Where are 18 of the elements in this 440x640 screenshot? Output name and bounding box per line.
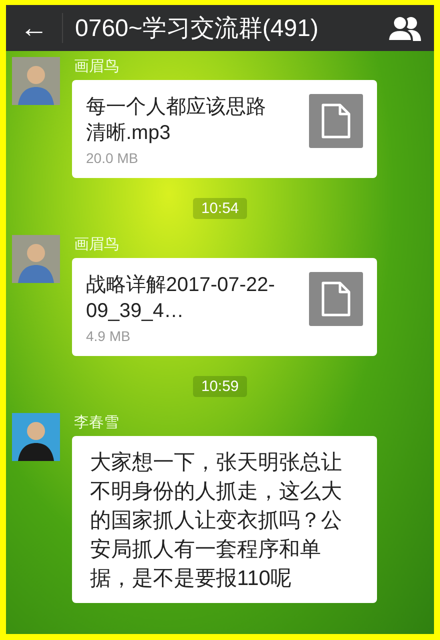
- timestamp: 10:59: [193, 376, 247, 397]
- file-name: 每一个人都应该思路清晰.mp3: [86, 95, 267, 146]
- file-icon: [309, 272, 363, 326]
- file-message-bubble[interactable]: 战略详解2017-07-22-09_39_4… 4.9 MB: [72, 258, 377, 356]
- sender-name: 画眉鸟: [73, 235, 120, 254]
- avatar-photo-placeholder[interactable]: [12, 413, 60, 461]
- file-size: 20.0 MB: [86, 150, 140, 166]
- sender-name: 画眉鸟: [73, 57, 120, 76]
- back-button[interactable]: ←: [6, 13, 63, 43]
- file-icon: [309, 94, 363, 148]
- timestamp: 10:54: [193, 198, 247, 219]
- file-name: 战略详解2017-07-22-09_39_4…: [86, 273, 276, 324]
- message-text: 大家想一下，张天明张总让不明身份的人抓走，这么大的国家抓人让变衣抓吗？公安局抓人有一套程序和单据，是不是要报110呢: [90, 450, 343, 592]
- group-members-icon[interactable]: [388, 15, 422, 41]
- file-message-bubble[interactable]: 每一个人都应该思路清晰.mp3 20.0 MB: [72, 80, 377, 178]
- chat-title: 0760~学习交流群(491): [74, 14, 320, 44]
- sender-name: 李春雪: [73, 413, 120, 432]
- file-size: 4.9 MB: [86, 328, 132, 344]
